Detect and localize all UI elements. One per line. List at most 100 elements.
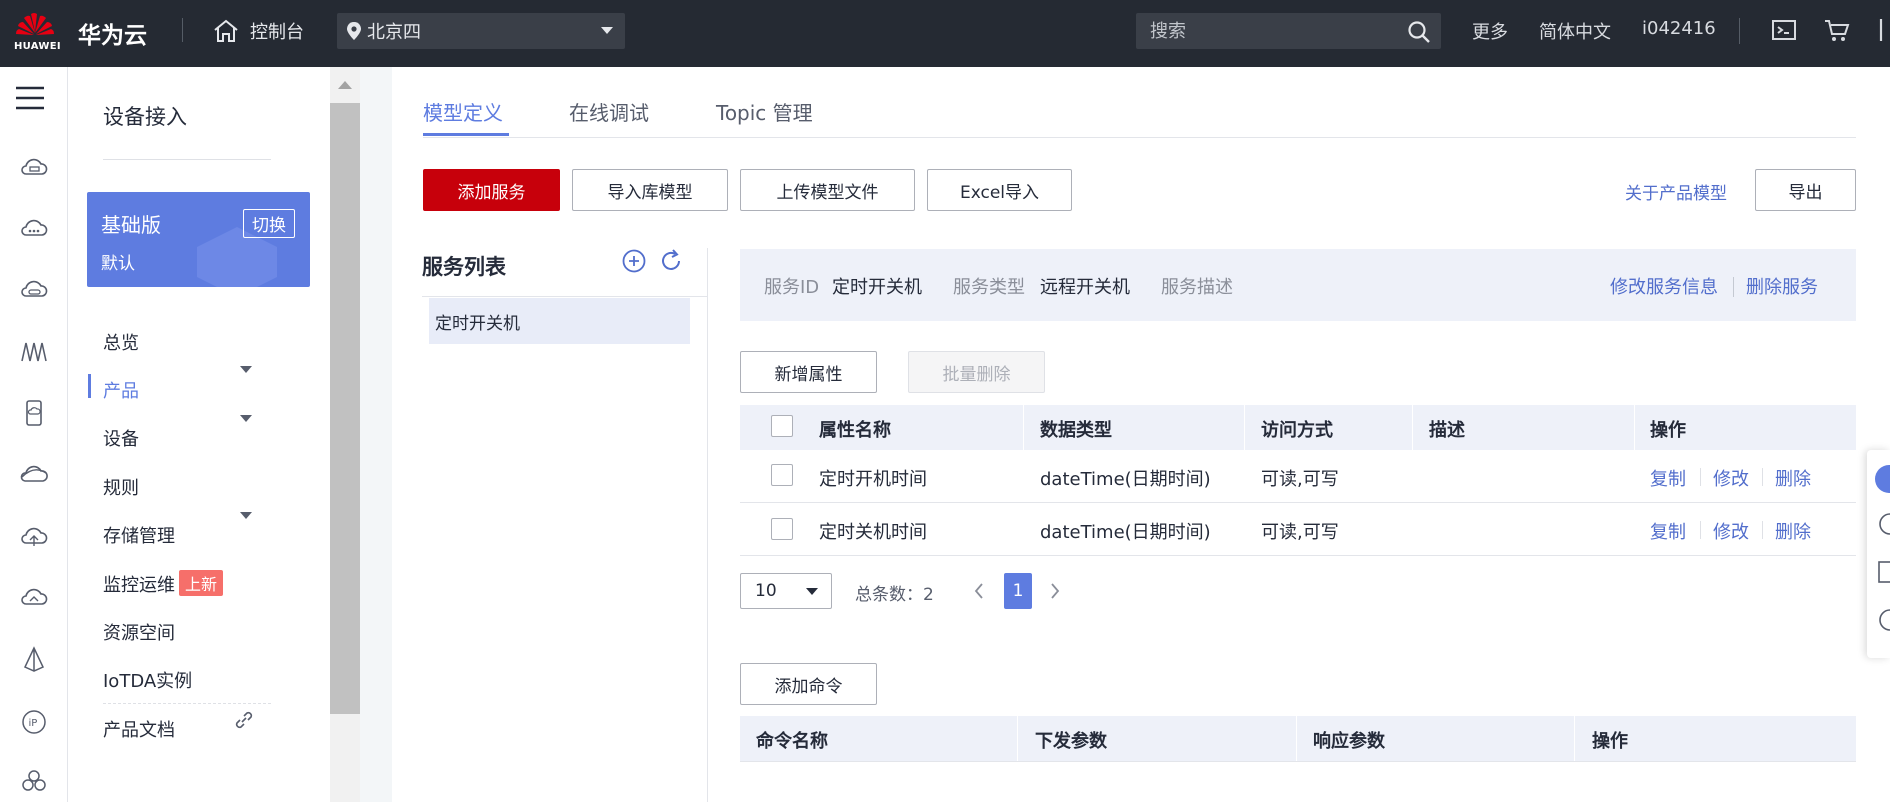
- divider: [1244, 405, 1245, 450]
- terminal-icon[interactable]: [1771, 18, 1797, 42]
- column-header-send-params: 下发参数: [1035, 731, 1107, 752]
- feedback-smile-icon[interactable]: [1877, 608, 1890, 632]
- service-type-value: 远程开关机: [1040, 277, 1130, 298]
- edit-property-link[interactable]: 修改: [1713, 465, 1749, 491]
- more-tools-icon[interactable]: [1878, 16, 1890, 44]
- refresh-icon[interactable]: [658, 248, 684, 274]
- add-command-button[interactable]: 添加命令: [740, 663, 877, 705]
- delete-service-link[interactable]: 删除服务: [1746, 273, 1818, 299]
- ip-address-icon[interactable]: iP: [19, 707, 49, 737]
- scrollbar-thumb[interactable]: [330, 103, 360, 714]
- chevron-down-icon[interactable]: [240, 366, 252, 373]
- delete-property-link[interactable]: 删除: [1775, 518, 1811, 544]
- tab-online-debug[interactable]: 在线调试: [569, 97, 649, 126]
- cloud-dots-icon[interactable]: [19, 214, 49, 244]
- row-checkbox[interactable]: [771, 464, 793, 486]
- nav-item-rules[interactable]: 规则: [103, 474, 139, 500]
- chevron-down-icon[interactable]: [240, 415, 252, 422]
- search-icon[interactable]: [1407, 20, 1431, 44]
- copy-property-link[interactable]: 复制: [1650, 465, 1686, 491]
- divider: [1296, 716, 1297, 761]
- nav-item-iotda-instance[interactable]: IoTDA实例: [103, 667, 192, 693]
- divider: [1017, 716, 1018, 761]
- search-box: [1136, 13, 1441, 49]
- chevron-left-icon[interactable]: [972, 581, 986, 601]
- nav-item-product[interactable]: 产品: [103, 377, 139, 403]
- excel-import-button[interactable]: Excel导入: [927, 169, 1072, 211]
- logo-text: HUAWEI: [14, 41, 61, 52]
- divider: [1733, 277, 1734, 297]
- language-switch[interactable]: 简体中文: [1539, 18, 1611, 44]
- chat-bubble-icon[interactable]: [1874, 464, 1890, 494]
- column-header-access-mode: 访问方式: [1261, 420, 1333, 441]
- divider: [1762, 468, 1763, 486]
- about-product-model-link[interactable]: 关于产品模型: [1625, 179, 1727, 204]
- cloud-network-icon[interactable]: [19, 460, 49, 490]
- nav-scrollbar[interactable]: [330, 67, 360, 802]
- mobile-device-icon[interactable]: [19, 398, 49, 428]
- hamburger-menu-icon[interactable]: [15, 85, 45, 111]
- cloud-upload-icon[interactable]: [19, 522, 49, 552]
- nav-item-overview[interactable]: 总览: [103, 329, 139, 355]
- nav-title: 设备接入: [103, 105, 187, 129]
- divider: [103, 159, 271, 160]
- add-circle-icon[interactable]: [621, 248, 647, 274]
- service-type-label: 服务类型: [953, 277, 1025, 298]
- service-id-value: 定时开关机: [832, 277, 922, 298]
- tab-model-definition[interactable]: 模型定义: [423, 97, 503, 126]
- tabs-divider: [423, 137, 1856, 138]
- service-id-label: 服务ID: [764, 277, 820, 298]
- service-list-item[interactable]: 定时开关机: [429, 298, 690, 344]
- chevron-down-icon[interactable]: [240, 512, 252, 519]
- column-header-property-name: 属性名称: [819, 420, 891, 441]
- cluster-icon[interactable]: [19, 767, 49, 797]
- analytics-wave-icon[interactable]: [19, 337, 49, 367]
- chevron-right-icon[interactable]: [1048, 581, 1062, 601]
- column-header-operations: 操作: [1650, 420, 1686, 441]
- nav-item-storage[interactable]: 存储管理: [103, 522, 175, 548]
- edit-property-link[interactable]: 修改: [1713, 518, 1749, 544]
- console-label: 控制台: [250, 22, 304, 43]
- property-access: 可读,可写: [1261, 522, 1339, 543]
- edition-name: 基础版: [101, 213, 161, 237]
- export-button[interactable]: 导出: [1755, 169, 1856, 211]
- cart-icon[interactable]: [1823, 17, 1851, 43]
- cloud-link-icon[interactable]: [19, 583, 49, 613]
- upload-model-file-button[interactable]: 上传模型文件: [740, 169, 915, 211]
- sail-icon[interactable]: [19, 645, 49, 675]
- question-icon[interactable]: [1877, 512, 1890, 536]
- property-access: 可读,可写: [1261, 469, 1339, 490]
- cloud-server-icon[interactable]: [19, 153, 49, 183]
- batch-delete-button[interactable]: 批量删除: [908, 351, 1045, 393]
- nav-item-docs[interactable]: 产品文档: [103, 716, 175, 742]
- user-account[interactable]: i042416: [1642, 18, 1716, 39]
- cloud-storage-icon[interactable]: [19, 275, 49, 305]
- page-size-select[interactable]: 10: [740, 573, 832, 609]
- external-link-icon[interactable]: [234, 710, 254, 730]
- page-button-current[interactable]: 1: [1004, 573, 1032, 609]
- floating-help-toolbar: [1867, 450, 1890, 658]
- document-icon[interactable]: [1877, 560, 1890, 584]
- console-link[interactable]: 控制台: [212, 16, 304, 46]
- import-library-model-button[interactable]: 导入库模型: [572, 169, 728, 211]
- search-input[interactable]: [1150, 20, 1400, 42]
- more-menu[interactable]: 更多: [1472, 18, 1508, 44]
- nav-item-monitoring[interactable]: 监控运维 上新: [103, 570, 224, 597]
- switch-edition-button[interactable]: 切换: [243, 209, 295, 238]
- divider: [103, 703, 271, 704]
- command-table-header: [740, 716, 1856, 761]
- tab-topic-management[interactable]: Topic 管理: [716, 97, 813, 126]
- divider: [740, 761, 1856, 762]
- nav-item-resource-space[interactable]: 资源空间: [103, 619, 175, 645]
- brand-name[interactable]: 华为云: [78, 16, 147, 50]
- delete-property-link[interactable]: 删除: [1775, 465, 1811, 491]
- nav-item-device[interactable]: 设备: [103, 425, 139, 451]
- edit-service-link[interactable]: 修改服务信息: [1610, 273, 1718, 299]
- select-all-checkbox[interactable]: [771, 415, 793, 437]
- scroll-up-arrow-icon[interactable]: [338, 81, 352, 89]
- region-selector[interactable]: 北京四: [337, 13, 625, 49]
- add-property-button[interactable]: 新增属性: [740, 351, 877, 393]
- row-checkbox[interactable]: [771, 518, 793, 540]
- add-service-button[interactable]: 添加服务: [423, 169, 560, 211]
- copy-property-link[interactable]: 复制: [1650, 518, 1686, 544]
